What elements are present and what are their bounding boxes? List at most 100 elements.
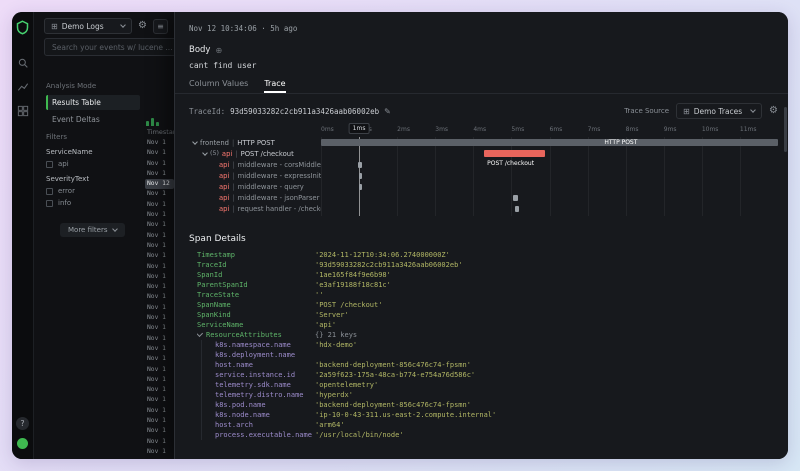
table-row[interactable]: Nov 1 <box>145 189 174 199</box>
search-icon[interactable] <box>17 54 29 66</box>
span-detail-row-servicename[interactable]: ServiceName'api' <box>189 320 778 330</box>
span-bar[interactable] <box>513 195 518 201</box>
dashboards-icon[interactable] <box>17 102 29 114</box>
span-bar[interactable] <box>515 206 519 212</box>
gear-icon[interactable]: ⚙ <box>138 21 147 31</box>
chevron-down-icon[interactable] <box>202 150 208 156</box>
user-status-dot[interactable] <box>17 438 28 449</box>
span-detail-row-telemetry-sdk-name[interactable]: telemetry.sdk.name'opentelemetry' <box>189 380 778 390</box>
span-detail-row-k8s-namespace-name[interactable]: k8s.namespace.name'hdx-demo' <box>189 340 778 350</box>
span-bar[interactable] <box>359 184 362 190</box>
table-row[interactable]: Nov 1 <box>145 447 174 457</box>
chevron-down-icon[interactable] <box>192 139 198 145</box>
span-row-middleware-corsmiddleware[interactable]: api|middleware - corsMiddleware <box>189 159 778 170</box>
checkbox[interactable] <box>46 161 53 168</box>
table-row[interactable]: Nov 1 <box>145 385 174 395</box>
checkbox[interactable] <box>46 200 53 207</box>
table-row[interactable]: Nov 1 <box>145 241 174 251</box>
span-detail-row-process-executable-name[interactable]: process.executable.name'/usr/local/bin/n… <box>189 430 778 440</box>
more-filters-button[interactable]: More filters <box>60 223 125 237</box>
span-detail-row-spanid[interactable]: SpanId'1ae165f84f9e6b98' <box>189 270 778 280</box>
span-detail-row-traceid[interactable]: TraceId'93d59033282c2cb911a3426aab06002e… <box>189 260 778 270</box>
analysis-mode-results-table[interactable]: Results Table <box>46 95 140 110</box>
table-row[interactable]: Nov 1 <box>145 375 174 385</box>
span-detail-row-k8s-node-name[interactable]: k8s.node.name'ip-10-0-43-311.us-east-2.c… <box>189 410 778 420</box>
table-row[interactable]: Nov 1 <box>145 395 174 405</box>
table-row[interactable]: Nov 1 <box>145 354 174 364</box>
axis-tick: 8ms <box>626 126 639 133</box>
span-detail-row-host-arch[interactable]: host.arch'arm64' <box>189 420 778 430</box>
app-logo-icon[interactable] <box>15 20 30 35</box>
chart-icon[interactable] <box>17 78 29 90</box>
trace-source-settings-icon[interactable]: ⚙ <box>769 106 778 116</box>
table-row[interactable]: Nov 1 <box>145 262 174 272</box>
span-row-http-post[interactable]: frontend|HTTP POSTHTTP POST <box>189 137 778 148</box>
table-row[interactable]: Nov 1 <box>145 334 174 344</box>
table-row[interactable]: Nov 1 <box>145 344 174 354</box>
span-detail-row-resourceattributes[interactable]: ResourceAttributes{} 21 keys <box>189 330 778 340</box>
span-detail-row-telemetry-distro-name[interactable]: telemetry.distro.name'hyperdx' <box>189 390 778 400</box>
span-bar[interactable] <box>359 173 362 179</box>
span-row-post-checkout[interactable]: (5)api|POST /checkoutPOST /checkout <box>189 148 778 159</box>
header-menu-button[interactable]: ≡ <box>153 19 168 34</box>
span-row-request-handler-checkout[interactable]: api|request handler - /checkout <box>189 203 778 214</box>
filter-option-error[interactable]: error <box>46 187 140 195</box>
span-bar[interactable] <box>358 162 362 168</box>
table-row[interactable]: Nov 1 <box>145 323 174 333</box>
table-row[interactable]: Nov 1 <box>145 406 174 416</box>
separator: | <box>232 194 234 202</box>
filter-option-api[interactable]: api <box>46 160 140 168</box>
field-key: ResourceAttributes <box>197 330 315 340</box>
span-bar[interactable]: HTTP POST <box>321 139 778 146</box>
service-name: api <box>222 150 232 158</box>
table-row[interactable]: Nov 1 <box>145 313 174 323</box>
filter-option-info[interactable]: info <box>46 199 140 207</box>
scrollbar[interactable] <box>784 107 787 152</box>
analysis-mode-event-deltas[interactable]: Event Deltas <box>46 112 140 127</box>
span-detail-row-host-name[interactable]: host.name'backend-deployment-856c476c74-… <box>189 360 778 370</box>
span-row-middleware-jsonparser[interactable]: api|middleware - jsonParser <box>189 192 778 203</box>
field-value: '/usr/local/bin/node' <box>315 430 404 440</box>
source-select[interactable]: ⊞ Demo Logs <box>44 18 132 34</box>
timestamp-column-header: Timestamp <box>147 128 174 136</box>
span-detail-row-k8s-pod-name[interactable]: k8s.pod.name'backend-deployment-856c476c… <box>189 400 778 410</box>
circle-plus-icon[interactable]: ⊕ <box>215 46 222 55</box>
span-detail-row-timestamp[interactable]: Timestamp'2024-11-12T10:34:06.274000000Z… <box>189 250 778 260</box>
axis-tick: 4ms <box>473 126 486 133</box>
chevron-down-icon <box>112 226 118 232</box>
table-row[interactable]: Nov 1 <box>145 210 174 220</box>
table-row[interactable]: Nov 1 <box>145 292 174 302</box>
table-row[interactable]: Nov 1 <box>145 426 174 436</box>
table-row[interactable]: Nov 1 <box>145 200 174 210</box>
edit-icon[interactable]: ✎ <box>384 107 391 116</box>
table-row[interactable]: Nov 1 <box>145 365 174 375</box>
table-row[interactable]: Nov 1 <box>145 437 174 447</box>
tab-trace[interactable]: Trace <box>264 74 285 93</box>
table-row[interactable]: Nov 1 <box>145 282 174 292</box>
table-row[interactable]: Nov 1 <box>145 169 174 179</box>
table-row[interactable]: Nov 1 <box>145 159 174 169</box>
tab-column-values[interactable]: Column Values <box>189 74 248 93</box>
table-row[interactable]: Nov 1 <box>145 272 174 282</box>
table-row[interactable]: Nov 1 <box>145 416 174 426</box>
span-row-middleware-expressinit[interactable]: api|middleware - expressInit <box>189 170 778 181</box>
table-row[interactable]: Nov 1 <box>145 220 174 230</box>
help-button[interactable]: ? <box>16 417 29 430</box>
span-detail-row-k8s-deployment-name[interactable]: k8s.deployment.name <box>189 350 778 360</box>
span-detail-row-spankind[interactable]: SpanKind'Server' <box>189 310 778 320</box>
span-row-middleware-query[interactable]: api|middleware - query <box>189 181 778 192</box>
table-row[interactable]: Nov 1 <box>145 231 174 241</box>
checkbox[interactable] <box>46 188 53 195</box>
table-row[interactable]: Nov 1 <box>145 138 174 148</box>
table-row[interactable]: Nov 1 <box>145 251 174 261</box>
trace-source-select[interactable]: ⊞ Demo Traces <box>676 103 762 119</box>
span-detail-row-service-instance-id[interactable]: service.instance.id'2a59f623-175a-48ca-b… <box>189 370 778 380</box>
table-row[interactable]: Nov 12 10:3 <box>145 179 174 189</box>
span-bar[interactable]: POST /checkout <box>484 150 545 157</box>
span-detail-row-parentspanid[interactable]: ParentSpanId'e3af19188f18c81c' <box>189 280 778 290</box>
span-detail-row-tracestate[interactable]: TraceState'' <box>189 290 778 300</box>
table-row[interactable]: Nov 1 <box>145 148 174 158</box>
span-detail-row-spanname[interactable]: SpanName'POST /checkout' <box>189 300 778 310</box>
field-key: service.instance.id <box>215 370 315 380</box>
table-row[interactable]: Nov 1 <box>145 303 174 313</box>
